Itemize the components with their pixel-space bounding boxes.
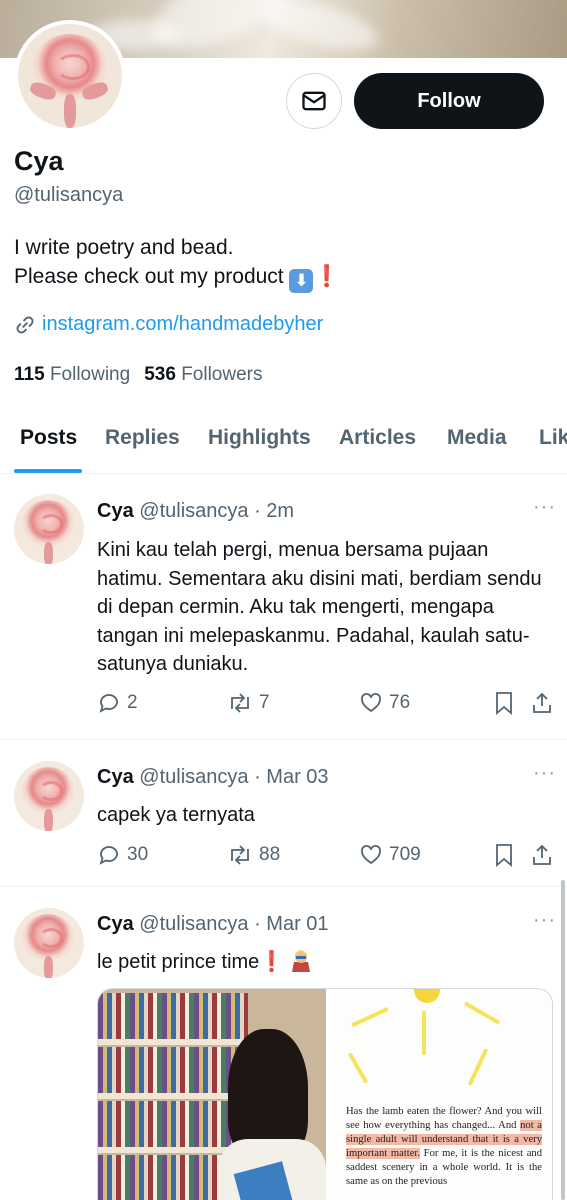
post-avatar[interactable] (14, 761, 84, 831)
post-author-name[interactable]: Cya (97, 500, 134, 522)
post-header: Cya @tulisancya · 2m (97, 500, 294, 523)
tab-articles[interactable]: Articles (339, 426, 416, 450)
post-avatar[interactable] (14, 908, 84, 978)
profile-tabs: Posts Replies Highlights Articles Media … (0, 406, 567, 474)
post-header: Cya @tulisancya · Mar 01 (97, 913, 329, 936)
post[interactable]: Cya @tulisancya · Mar 03 ··· capek ya te… (0, 741, 567, 887)
tab-highlights[interactable]: Highlights (208, 426, 311, 450)
post-author-handle[interactable]: @tulisancya (139, 766, 248, 788)
post-time[interactable]: · 2m (254, 500, 294, 522)
more-icon[interactable]: ··· (533, 909, 556, 932)
profile-name: Cya (14, 146, 64, 176)
bookmark-icon (496, 844, 512, 867)
book-page-photo[interactable]: Has the lamb eaten the flower? And you w… (326, 989, 552, 1200)
active-tab-indicator (14, 469, 82, 473)
reply-button[interactable]: 30 (97, 843, 148, 867)
repost-button[interactable]: 7 (227, 691, 270, 715)
post-actions: 30 88 709 (97, 843, 557, 873)
mail-icon (302, 91, 326, 111)
post-text: capek ya ternyata (97, 804, 255, 826)
like-button[interactable]: 76 (359, 691, 410, 715)
down-arrow-emoji: ⬇ (289, 269, 314, 293)
post-media[interactable]: Has the lamb eaten the flower? And you w… (97, 988, 553, 1200)
reply-icon (99, 846, 118, 865)
book-page-text: Has the lamb eaten the flower? And you w… (346, 1106, 542, 1187)
post[interactable]: Cya @tulisancya · 2m ··· Kini kau telah … (0, 474, 567, 740)
bookmark-icon (496, 692, 512, 715)
exclamation-emoji: ❗ (259, 951, 285, 973)
bio-line-1: I write poetry and bead. (14, 236, 234, 259)
post-author-name[interactable]: Cya (97, 766, 134, 788)
follow-stats: 115 Following 536 Followers (14, 364, 263, 386)
post-actions: 2 7 76 (97, 691, 557, 721)
profile-avatar[interactable] (14, 20, 126, 132)
following-stat[interactable]: 115 Following (14, 364, 130, 385)
profile-link[interactable]: instagram.com/handmadebyher (14, 313, 323, 336)
post-author-handle[interactable]: @tulisancya (139, 500, 248, 522)
bookmark-button[interactable] (493, 691, 515, 715)
message-button[interactable] (286, 73, 342, 129)
bookstore-photo[interactable] (98, 989, 326, 1200)
followers-stat[interactable]: 536 Followers (144, 364, 262, 385)
reply-button[interactable]: 2 (97, 691, 138, 715)
repost-button[interactable]: 88 (227, 843, 280, 867)
post-author-handle[interactable]: @tulisancya (139, 913, 248, 935)
share-button[interactable] (530, 691, 554, 715)
link-icon (16, 316, 34, 333)
profile-link-text[interactable]: instagram.com/handmadebyher (42, 313, 323, 336)
like-icon (361, 693, 381, 713)
scrollbar[interactable] (561, 880, 565, 1200)
tab-media[interactable]: Media (447, 426, 507, 450)
repost-icon (231, 845, 249, 865)
tab-posts[interactable]: Posts (20, 426, 77, 450)
post-text: le petit prince time❗ (97, 948, 547, 977)
exclamation-emoji: ❗ (313, 265, 340, 288)
post-time[interactable]: · Mar 03 (254, 766, 328, 788)
more-icon[interactable]: ··· (533, 762, 556, 785)
follow-button[interactable]: Follow (354, 73, 544, 129)
post-header: Cya @tulisancya · Mar 03 (97, 766, 329, 789)
more-icon[interactable]: ··· (533, 496, 556, 519)
share-icon (533, 844, 551, 865)
post-author-name[interactable]: Cya (97, 913, 134, 935)
tab-likes[interactable]: Likes (539, 426, 567, 450)
bio-line-2: Please check out my product (14, 265, 284, 288)
reply-icon (99, 694, 118, 713)
post-time[interactable]: · Mar 01 (254, 913, 328, 935)
bookmark-button[interactable] (493, 843, 515, 867)
profile-handle: @tulisancya (14, 184, 124, 206)
profile-bio: I write poetry and bead. Please check ou… (14, 233, 340, 293)
post-text: Kini kau telah pergi, menua bersama puja… (97, 539, 542, 675)
share-button[interactable] (530, 843, 554, 867)
like-icon (361, 845, 381, 865)
tab-replies[interactable]: Replies (105, 426, 180, 450)
superhero-emoji (291, 950, 310, 972)
share-icon (533, 692, 551, 713)
like-button[interactable]: 709 (359, 843, 421, 867)
repost-icon (231, 693, 249, 713)
post-avatar[interactable] (14, 494, 84, 564)
